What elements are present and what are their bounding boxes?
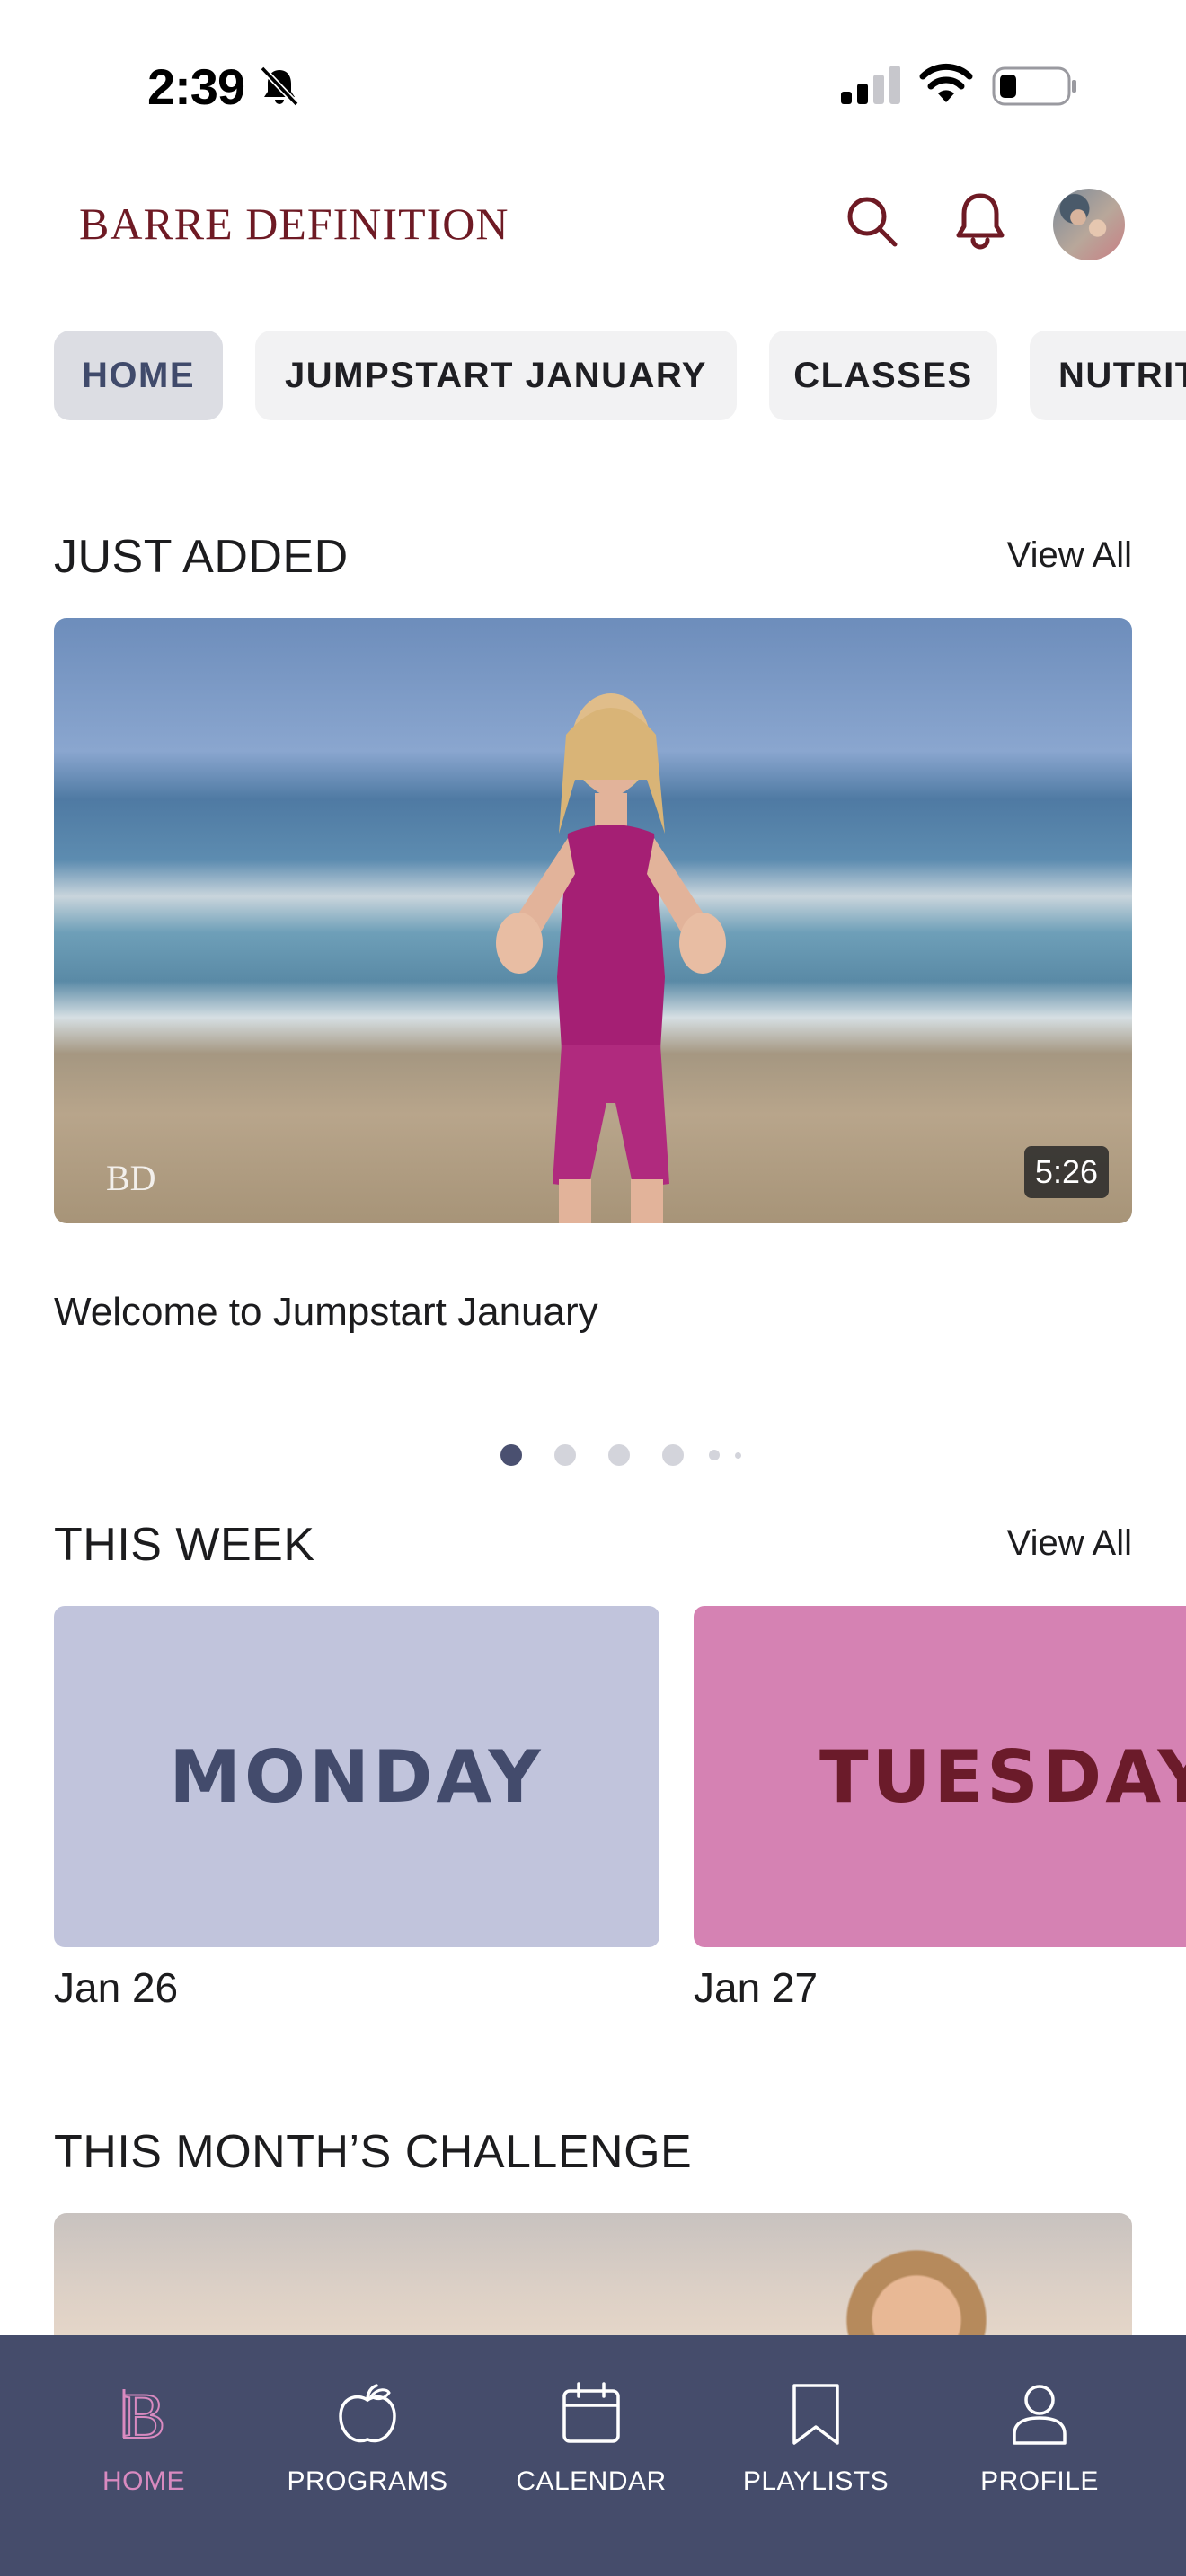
monday-date: Jan 26 — [54, 1964, 179, 2011]
svg-text:B: B — [122, 2380, 165, 2450]
instructor-figure — [845, 2231, 988, 2339]
just-added-view-all-link[interactable]: View All — [1007, 535, 1132, 576]
tab-home[interactable]: HOME — [54, 331, 223, 420]
wifi-icon — [919, 63, 973, 102]
app-header: BARRE DEFINITION — [0, 171, 1186, 278]
apple-icon — [339, 2384, 396, 2443]
tuesday-card[interactable]: TUESDAY — [694, 1606, 1186, 1947]
this-week-heading: THIS WEEK — [54, 1519, 315, 1571]
this-week-view-all-link[interactable]: View All — [1007, 1523, 1132, 1564]
carousel-dot[interactable] — [500, 1444, 522, 1466]
calendar-icon — [562, 2382, 620, 2443]
challenge-heading: THIS MONTH’S CHALLENGE — [54, 2126, 693, 2178]
notification-bell-icon[interactable] — [951, 190, 1010, 251]
carousel-dot[interactable] — [554, 1444, 576, 1466]
carousel-dot[interactable] — [608, 1444, 630, 1466]
brand-logo[interactable]: BARRE DEFINITION — [79, 198, 509, 250]
status-bar: 2:39 — [0, 0, 1186, 153]
carousel-dot[interactable] — [709, 1450, 720, 1460]
tab-classes[interactable]: CLASSES — [769, 331, 997, 420]
just-added-heading: JUST ADDED — [54, 531, 349, 583]
status-time: 2:39 — [147, 58, 245, 115]
profile-avatar[interactable] — [1053, 189, 1125, 260]
nav-label: PROGRAMS — [287, 2466, 448, 2496]
nav-home[interactable]: B HOME — [40, 2335, 247, 2576]
nav-profile[interactable]: PROFILE — [936, 2335, 1143, 2576]
featured-video-thumbnail[interactable]: BD 5:26 — [54, 618, 1132, 1223]
nav-label: CALENDAR — [516, 2466, 667, 2496]
tab-jumpstart-january[interactable]: JUMPSTART JANUARY — [255, 331, 737, 420]
nav-label: HOME — [102, 2466, 185, 2496]
bottom-navigation: B HOME PROGRAMS CALENDAR PLAYLISTS PROFI… — [0, 2335, 1186, 2576]
nav-playlists[interactable]: PLAYLISTS — [712, 2335, 919, 2576]
carousel-dot[interactable] — [735, 1452, 741, 1459]
nav-label: PLAYLISTS — [742, 2466, 890, 2496]
app-screen: 2:39 BARRE DEFINITION HOME JUMPSTART JAN… — [0, 0, 1186, 2576]
person-icon — [1013, 2385, 1067, 2445]
bell-slash-icon — [260, 66, 299, 107]
battery-icon — [992, 66, 1076, 106]
bookmark-icon — [792, 2384, 839, 2445]
tuesday-date: Jan 27 — [694, 1964, 819, 2011]
tab-nutrition[interactable]: NUTRITION — [1030, 331, 1186, 420]
bd-logo-icon: B — [121, 2379, 166, 2450]
carousel-pagination[interactable] — [0, 1441, 1186, 1468]
monday-card[interactable]: MONDAY — [54, 1606, 659, 1947]
nav-calendar[interactable]: CALENDAR — [488, 2335, 695, 2576]
cellular-signal-icon — [841, 66, 900, 104]
search-icon[interactable] — [843, 192, 900, 250]
instructor-figure — [496, 693, 726, 1223]
featured-video-title[interactable]: Welcome to Jumpstart January — [54, 1290, 598, 1335]
nav-label: PROFILE — [980, 2466, 1099, 2496]
bd-watermark: BD — [106, 1158, 156, 1198]
nav-programs[interactable]: PROGRAMS — [264, 2335, 471, 2576]
carousel-dot[interactable] — [662, 1444, 684, 1466]
video-duration-badge: 5:26 — [1023, 1146, 1109, 1198]
challenge-thumbnail[interactable] — [54, 2213, 1132, 2339]
